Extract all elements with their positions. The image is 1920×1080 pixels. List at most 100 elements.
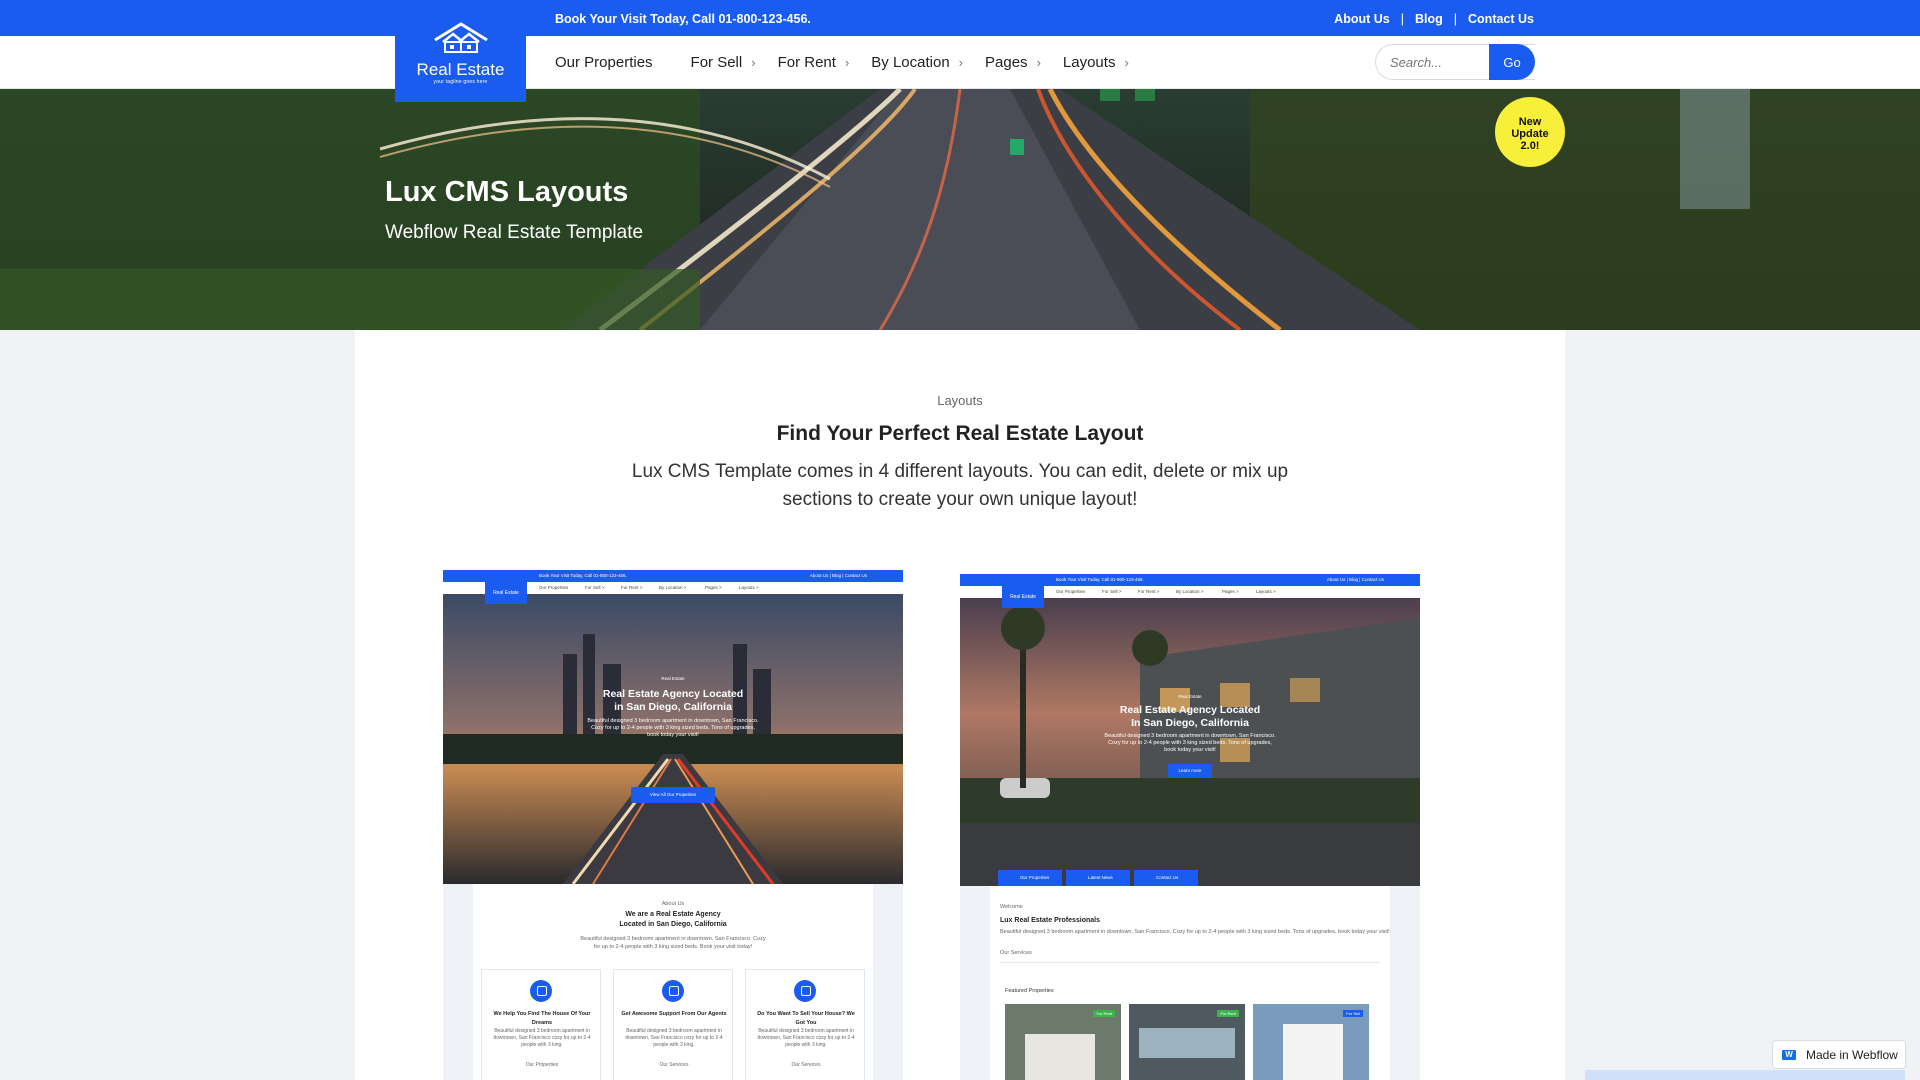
main-nav: Our Properties For Sell › For Rent › By Lo… xyxy=(0,36,1920,89)
mini-welcome-text: Beautiful designed 3 bedroom apartment i… xyxy=(1000,929,1390,935)
mini-property-tag: For Sell xyxy=(1343,1010,1363,1017)
webflow-logo-icon: W xyxy=(1782,1049,1796,1060)
mini-tab: Our Properties xyxy=(998,870,1062,886)
nav-label: For Sell xyxy=(690,54,743,71)
webflow-badge-label: Made in Webflow xyxy=(1806,1047,1898,1062)
mini-hero-title: Real Estate Agency Located xyxy=(1119,704,1261,716)
hero-banner: Lux CMS Layouts Webflow Real Estate Temp… xyxy=(0,89,1920,330)
mini-tab: Contact Us xyxy=(1134,870,1198,886)
logo[interactable]: Real Estate your tagline goes here xyxy=(395,0,526,102)
section-description: Lux CMS Template comes in 4 different la… xyxy=(631,461,1289,510)
section-eyebrow: Layouts xyxy=(937,393,983,408)
mini-nav-item: Layouts > xyxy=(1256,589,1276,594)
mini-about-text: for up to 2-4 people with 3 king sized b… xyxy=(593,944,753,950)
mini-hero-text: book today your visit! xyxy=(647,732,699,738)
mini-hero-text: Beautiful designed 3 bedroom apartment i… xyxy=(1104,733,1276,739)
window-shape xyxy=(1139,1028,1235,1058)
hero-subtitle: Webflow Real Estate Template xyxy=(385,222,644,243)
tag-icon xyxy=(794,980,816,1002)
mini-top-links: About Us | Blog | Contact Us xyxy=(809,573,867,578)
mini-welcome-section: Welcome Lux Real Estate Professionals Be… xyxy=(990,886,1390,1080)
mini-nav-item: For Sell > xyxy=(1102,589,1122,594)
mini-feature-card: We Help You Find The House Of Your Dream… xyxy=(481,969,601,1080)
mini-welcome-title: Lux Real Estate Professionals xyxy=(1000,917,1100,924)
nav-label: For Rent xyxy=(777,54,836,71)
house-shape xyxy=(1283,1024,1343,1080)
mini-feature-title: We Help You Find The House Of Your Dream… xyxy=(493,1011,591,1026)
nav-label: By Location xyxy=(871,54,950,71)
mini-feature-link: Our Properties xyxy=(525,1062,559,1068)
layout-preview-1[interactable]: Book Your Visit Today, Call 01-800-123-4… xyxy=(443,570,903,1080)
mini-nav-item: Pages > xyxy=(705,585,722,590)
mini-feature-card: Get Awesome Support From Our Agents Beau… xyxy=(613,969,733,1080)
mini-about-text: Beautiful designed 3 bedroom apartment i… xyxy=(580,936,766,942)
divider xyxy=(1000,962,1380,963)
mini-feature-title: Get Awesome Support From Our Agents xyxy=(621,1011,727,1017)
made-in-webflow-badge[interactable]: W Made in Webflow xyxy=(1772,1040,1906,1069)
chevron-right-icon: › xyxy=(1124,55,1129,70)
mini-call-text: Book Your Visit Today, Call 01-800-123-4… xyxy=(539,573,627,578)
mini-feature-text: Beautiful designed 3 bedroom apartment i… xyxy=(625,1028,723,1048)
mini-feature-link: Our Services xyxy=(791,1062,821,1068)
top-links: About Us | Blog | Contact Us xyxy=(1334,12,1534,26)
mini-about-title: Located in San Diego, California xyxy=(619,921,727,928)
mini-feature-link: Our Services xyxy=(659,1062,689,1068)
mini-feature-title: Do You Want To Sell Your House? We Got Y… xyxy=(757,1011,855,1026)
nav-item-by-location[interactable]: By Location › xyxy=(871,54,963,71)
about-us-link[interactable]: About Us xyxy=(1334,12,1390,26)
mini-nav-item: For Sell > xyxy=(585,585,605,590)
mini-welcome-link: Our Services xyxy=(1000,950,1032,956)
mini-nav-item: Pages > xyxy=(1222,589,1239,594)
new-update-badge: New Update 2.0! xyxy=(1495,97,1565,167)
mini-hero-eyebrow: Real Estate xyxy=(1178,694,1202,699)
logo-tagline: your tagline goes here xyxy=(433,79,488,85)
mini-learn-more-button: Learn more xyxy=(1168,764,1212,778)
top-bar: Book Your Visit Today, Call 01-800-123-4… xyxy=(0,0,1920,36)
mini-hero-eyebrow: Real Estate xyxy=(661,676,685,681)
mini-hero: Real Estate Real Estate Agency Located i… xyxy=(443,594,903,884)
mini-nav-item: For Rent > xyxy=(621,585,643,590)
chevron-right-icon: › xyxy=(958,55,964,70)
mini-nav-item: Layouts > xyxy=(739,585,759,590)
mini-about-section: About Us We are a Real Estate Agency Loc… xyxy=(473,884,873,1080)
mini-nav-item: By Location > xyxy=(659,585,687,590)
mini-property-tag: For Rent xyxy=(1217,1010,1239,1017)
layout-preview-2[interactable]: Book Your Visit Today, Call 01-800-123-4… xyxy=(960,574,1420,1080)
mini-property-tag: For Rent xyxy=(1093,1010,1115,1017)
bottom-strip xyxy=(1585,1070,1905,1080)
nav-item-our-properties[interactable]: Our Properties xyxy=(555,54,653,71)
section-title: Find Your Perfect Real Estate Layout xyxy=(776,422,1144,445)
logo-name: Real Estate xyxy=(416,60,505,79)
city-highway-image xyxy=(443,594,903,884)
chevron-right-icon: › xyxy=(751,55,756,70)
hero-title: Lux CMS Layouts xyxy=(385,176,629,208)
mini-top-links: About Us | Blog | Contact Us xyxy=(1326,577,1384,582)
mini-featured-title: Featured Properties xyxy=(1005,988,1054,994)
badge-line: 2.0! xyxy=(1520,140,1540,152)
search-go-button[interactable]: Go xyxy=(1489,44,1535,80)
mini-property-thumb: For Rent xyxy=(1005,1004,1121,1080)
mini-property-thumb: For Sell xyxy=(1253,1004,1369,1080)
mini-about-title: We are a Real Estate Agency xyxy=(625,911,721,918)
mini-view-properties-button: View All Our Properties xyxy=(631,787,715,803)
nav-item-for-rent[interactable]: For Rent › xyxy=(778,54,850,71)
mini-property-thumb: For Rent xyxy=(1129,1004,1245,1080)
mini-logo: Real Estate xyxy=(485,570,527,604)
mini-nav-item: Our Properties xyxy=(1056,589,1086,594)
blog-link[interactable]: Blog xyxy=(1415,12,1443,26)
mini-hero-text: Beautiful designed 3 bedroom apartment i… xyxy=(587,718,759,724)
nav-label: Layouts xyxy=(1062,54,1116,71)
house-shape xyxy=(1025,1034,1095,1080)
home-icon xyxy=(530,980,552,1002)
mini-about-eyebrow: About Us xyxy=(661,901,685,907)
mini-welcome-eyebrow: Welcome xyxy=(1000,904,1023,910)
nav-item-pages[interactable]: Pages › xyxy=(985,54,1041,71)
mini-hero-title: In San Diego, California xyxy=(1131,717,1249,729)
mini-hero-text: Cozy for up to 2-4 people with 3 king si… xyxy=(1108,740,1272,746)
contact-us-link[interactable]: Contact Us xyxy=(1468,12,1534,26)
separator: | xyxy=(1453,12,1458,26)
mini-nav-item: Our Properties xyxy=(539,585,569,590)
nav-item-layouts[interactable]: Layouts › xyxy=(1063,54,1129,71)
nav-item-for-sell[interactable]: For Sell › xyxy=(691,54,756,71)
separator: | xyxy=(1400,12,1404,26)
